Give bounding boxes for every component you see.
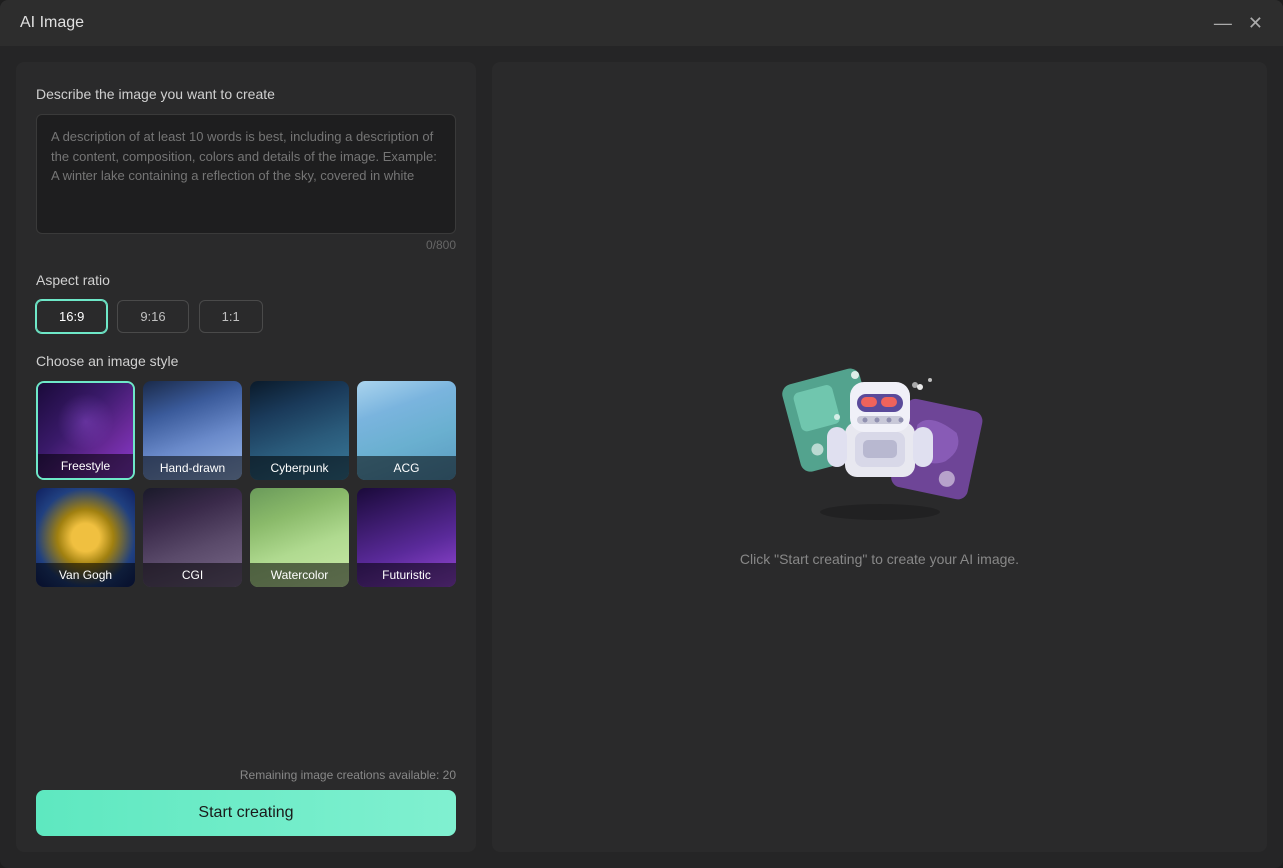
remaining-count: Remaining image creations available: 20 [36, 768, 456, 782]
right-panel: Click "Start creating" to create your AI… [492, 62, 1267, 852]
right-panel-hint: Click "Start creating" to create your AI… [740, 551, 1019, 567]
close-button[interactable]: ✕ [1248, 14, 1263, 32]
ai-image-window: AI Image — ✕ Describe the image you want… [0, 0, 1283, 868]
ratio-1-1[interactable]: 1:1 [199, 300, 263, 333]
description-label: Describe the image you want to create [36, 86, 456, 102]
style-cgi[interactable]: CGI [143, 488, 242, 587]
style-acg-label: ACG [357, 456, 456, 480]
style-futuristic[interactable]: Futuristic [357, 488, 456, 587]
robot-illustration [760, 347, 1000, 527]
aspect-ratio-section: Aspect ratio 16:9 9:16 1:1 [36, 272, 456, 333]
ratio-16-9[interactable]: 16:9 [36, 300, 107, 333]
main-content: Describe the image you want to create 0/… [0, 46, 1283, 868]
style-vangogh[interactable]: Van Gogh [36, 488, 135, 587]
style-label: Choose an image style [36, 353, 456, 369]
style-vangogh-label: Van Gogh [36, 563, 135, 587]
description-input[interactable] [36, 114, 456, 234]
style-cgi-label: CGI [143, 563, 242, 587]
char-count: 0/800 [36, 238, 456, 252]
style-watercolor-label: Watercolor [250, 563, 349, 587]
title-bar: AI Image — ✕ [0, 0, 1283, 46]
ratio-buttons: 16:9 9:16 1:1 [36, 300, 456, 333]
style-handdrawn[interactable]: Hand-drawn [143, 381, 242, 480]
style-futuristic-label: Futuristic [357, 563, 456, 587]
style-cyberpunk-label: Cyberpunk [250, 456, 349, 480]
style-acg[interactable]: ACG [357, 381, 456, 480]
style-section: Choose an image style Freestyle Hand-dra… [36, 353, 456, 587]
left-panel: Describe the image you want to create 0/… [16, 62, 476, 852]
aspect-ratio-label: Aspect ratio [36, 272, 456, 288]
style-cyberpunk[interactable]: Cyberpunk [250, 381, 349, 480]
style-handdrawn-label: Hand-drawn [143, 456, 242, 480]
style-freestyle-label: Freestyle [38, 454, 133, 478]
window-title: AI Image [20, 14, 84, 32]
style-freestyle[interactable]: Freestyle [36, 381, 135, 480]
window-controls: — ✕ [1214, 14, 1263, 32]
style-grid: Freestyle Hand-drawn Cyberpunk ACG [36, 381, 456, 587]
ratio-9-16[interactable]: 9:16 [117, 300, 188, 333]
minimize-button[interactable]: — [1214, 14, 1232, 32]
start-creating-button[interactable]: Start creating [36, 790, 456, 836]
style-watercolor[interactable]: Watercolor [250, 488, 349, 587]
